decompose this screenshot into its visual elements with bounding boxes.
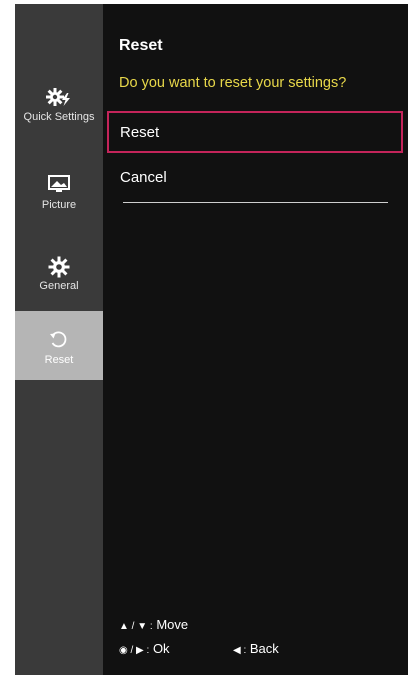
gear-bolt-icon <box>15 86 103 108</box>
ok-right-icon: ◉ / ▶ : <box>119 645 150 656</box>
back-label: Back <box>249 641 279 656</box>
cancel-option[interactable]: Cancel <box>107 158 403 200</box>
sidebar-item-reset[interactable]: Reset <box>15 311 103 380</box>
picture-icon <box>15 174 103 196</box>
up-down-arrows-icon: ▲ / ▼ : <box>119 621 153 632</box>
gear-icon <box>15 255 103 278</box>
back-guide: ◀ : Back <box>233 641 279 656</box>
left-arrow-icon: ◀ : <box>233 645 247 656</box>
sidebar-item-label: Quick Settings <box>23 111 95 123</box>
move-label: Move <box>156 617 189 632</box>
osd-menu: Quick Settings Picture General Reset Res… <box>15 4 408 675</box>
move-guide: ▲ / ▼ : Move <box>119 617 188 632</box>
sidebar: Quick Settings Picture General Reset <box>15 4 103 675</box>
sidebar-item-general[interactable]: General <box>15 255 103 299</box>
sidebar-item-label: Reset <box>44 354 74 366</box>
main-panel: Reset Do you want to reset your settings… <box>103 4 408 675</box>
confirm-question: Do you want to reset your settings? <box>119 75 347 91</box>
sidebar-item-label: General <box>39 280 79 292</box>
reset-option[interactable]: Reset <box>107 111 403 153</box>
ok-guide: ◉ / ▶ : Ok <box>119 641 170 656</box>
ok-label: Ok <box>152 641 170 656</box>
sidebar-item-picture[interactable]: Picture <box>15 174 103 216</box>
reset-icon <box>15 329 103 351</box>
sidebar-item-label: Picture <box>41 199 77 211</box>
sidebar-item-quick-settings[interactable]: Quick Settings <box>15 86 103 130</box>
divider <box>123 202 388 203</box>
page-title: Reset <box>119 37 163 54</box>
